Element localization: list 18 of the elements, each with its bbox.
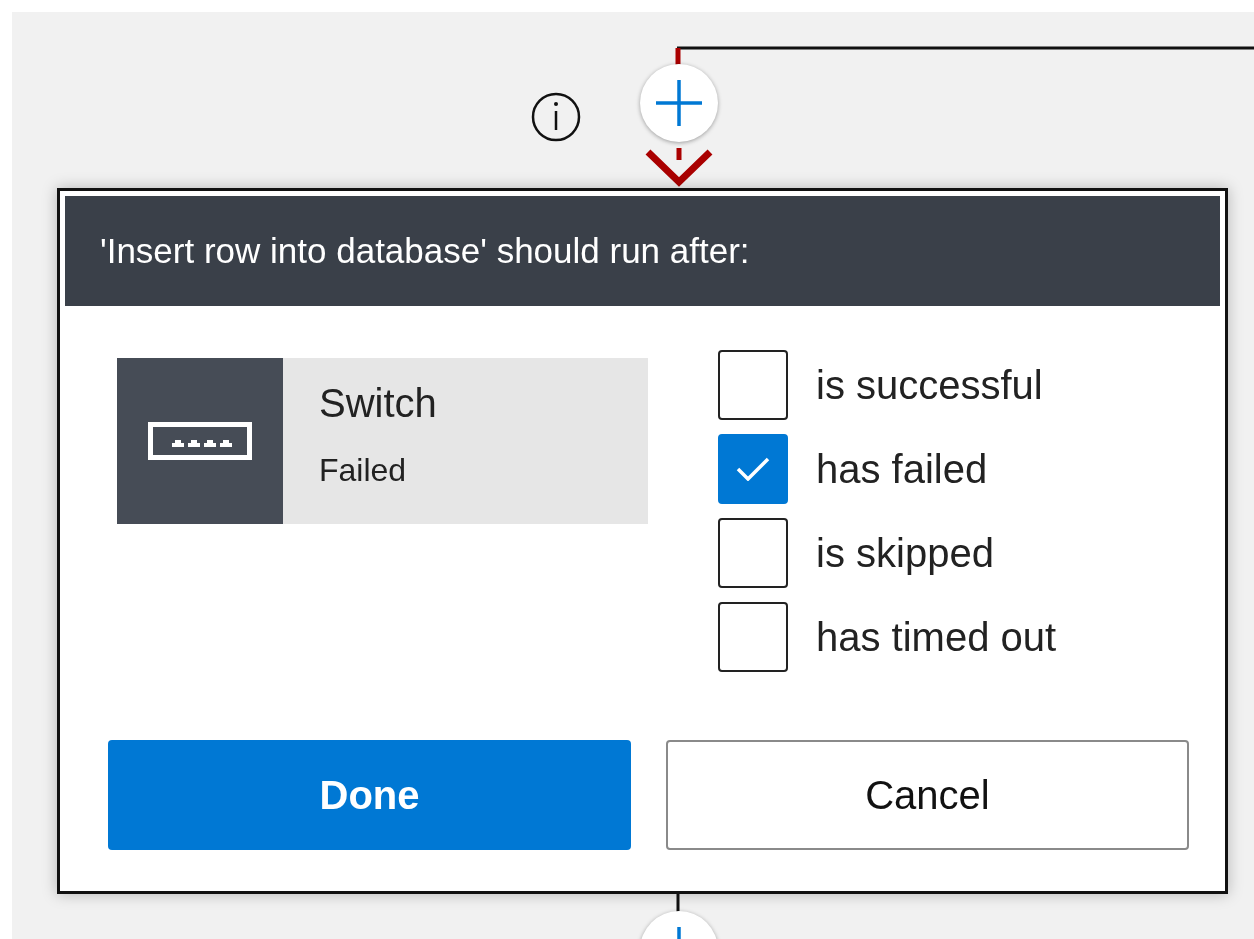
checkbox[interactable]: [718, 434, 788, 504]
checkbox[interactable]: [718, 350, 788, 420]
checkmark-icon: [736, 457, 770, 481]
dialog-title: 'Insert row into database' should run after:: [65, 196, 1220, 306]
plus-icon: [677, 927, 681, 939]
checkbox[interactable]: [718, 602, 788, 672]
condition-label: is successful: [816, 362, 1043, 409]
plus-icon: [656, 80, 702, 126]
condition-label: is skipped: [816, 530, 994, 577]
condition-label: has failed: [816, 446, 988, 493]
action-name: Switch: [319, 380, 437, 427]
condition-label: has timed out: [816, 614, 1057, 661]
done-button[interactable]: Done: [108, 740, 631, 850]
action-status: Failed: [319, 451, 408, 490]
checkbox[interactable]: [718, 518, 788, 588]
cancel-button[interactable]: Cancel: [666, 740, 1189, 850]
info-icon: [531, 92, 581, 142]
switch-icon: [148, 422, 252, 460]
